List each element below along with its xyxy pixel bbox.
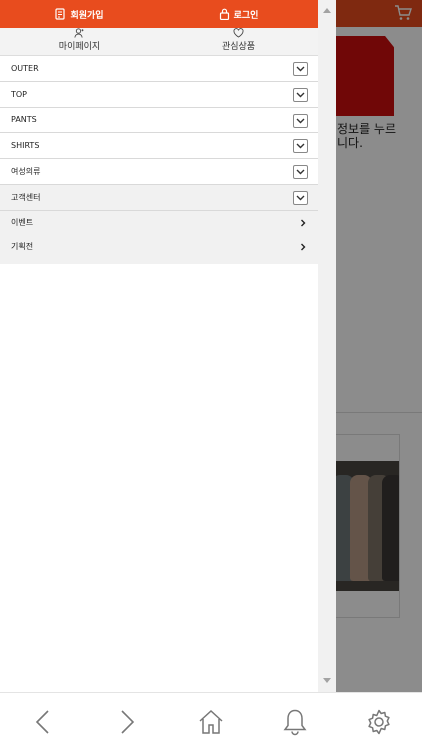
expand-toggle[interactable] <box>293 62 308 76</box>
menu-item-label: TOP <box>11 89 28 99</box>
settings-icon <box>368 709 390 735</box>
wishlist-label: 관심상품 <box>221 42 256 52</box>
chevron-down-icon <box>296 195 305 201</box>
menu-item-womens[interactable]: 여성의류 <box>0 159 318 185</box>
chevron-right-icon <box>301 219 306 227</box>
drawer-account-bar: 회원가입 로그인 <box>0 0 318 28</box>
chevron-down-icon <box>296 66 305 72</box>
user-icon <box>74 28 84 38</box>
chevron-down-icon <box>296 143 305 149</box>
join-label: 회원가입 <box>70 10 104 21</box>
expand-toggle[interactable] <box>293 113 308 128</box>
join-icon <box>55 8 66 20</box>
home-button[interactable] <box>196 707 226 737</box>
join-button[interactable]: 회원가입 <box>0 0 159 28</box>
submenu-item-label: 기획전 <box>11 242 34 252</box>
menu-item-outer[interactable]: OUTER <box>0 56 318 82</box>
chevron-right-icon <box>301 243 306 251</box>
chevron-down-icon <box>296 169 305 175</box>
category-menu: OUTER TOP PANTS SHIRTS 여성의류 고객센터 이벤트 기획전 <box>0 56 318 264</box>
scroll-up-arrow-icon[interactable] <box>323 8 331 13</box>
expand-toggle[interactable] <box>293 165 308 180</box>
mypage-button[interactable]: 마이페이지 <box>0 28 159 55</box>
home-icon <box>199 709 223 734</box>
login-button[interactable]: 로그인 <box>159 0 318 28</box>
menu-item-top[interactable]: TOP <box>0 81 318 108</box>
scroll-down-arrow-icon[interactable] <box>323 678 331 683</box>
side-drawer: 회원가입 로그인 마이페이지 관심상품 OUTER TOP PANTS SHIR… <box>0 0 318 692</box>
settings-button[interactable] <box>364 707 394 737</box>
submenu-item-promotion[interactable]: 기획전 <box>0 234 318 259</box>
back-icon <box>35 710 49 734</box>
wishlist-button[interactable]: 관심상품 <box>159 28 318 55</box>
back-button[interactable] <box>29 707 59 737</box>
drawer-scrollbar[interactable] <box>318 0 336 692</box>
submenu-item-event[interactable]: 이벤트 <box>0 210 318 235</box>
lock-icon <box>219 8 229 20</box>
notifications-button[interactable] <box>280 707 310 737</box>
menu-item-customer-center[interactable]: 고객센터 <box>0 184 318 211</box>
bottom-navigation <box>0 692 422 750</box>
submenu-item-label: 이벤트 <box>11 218 34 228</box>
menu-item-pants[interactable]: PANTS <box>0 107 318 134</box>
drawer-quick-links: 마이페이지 관심상품 <box>0 28 318 56</box>
forward-button[interactable] <box>111 707 141 737</box>
menu-item-label: 여성의류 <box>11 167 41 177</box>
submenu-spacer <box>0 258 318 264</box>
expand-toggle[interactable] <box>293 87 308 102</box>
bell-icon <box>283 709 307 736</box>
menu-item-label: OUTER <box>11 63 39 73</box>
forward-icon <box>121 710 135 734</box>
chevron-down-icon <box>296 92 305 98</box>
expand-toggle[interactable] <box>293 190 308 205</box>
menu-item-label: 고객센터 <box>11 192 41 202</box>
expand-toggle[interactable] <box>293 139 308 154</box>
menu-item-shirts[interactable]: SHIRTS <box>0 133 318 160</box>
chevron-down-icon <box>296 118 305 124</box>
login-label: 로그인 <box>233 10 259 21</box>
menu-item-label: PANTS <box>11 115 37 125</box>
heart-icon <box>233 28 244 38</box>
mypage-label: 마이페이지 <box>58 42 101 52</box>
app-root: 정보를 누르 니다. 회원가입 로그인 마이페이지 관심상품 OUTER TOP… <box>0 0 422 750</box>
menu-item-label: SHIRTS <box>11 141 40 151</box>
